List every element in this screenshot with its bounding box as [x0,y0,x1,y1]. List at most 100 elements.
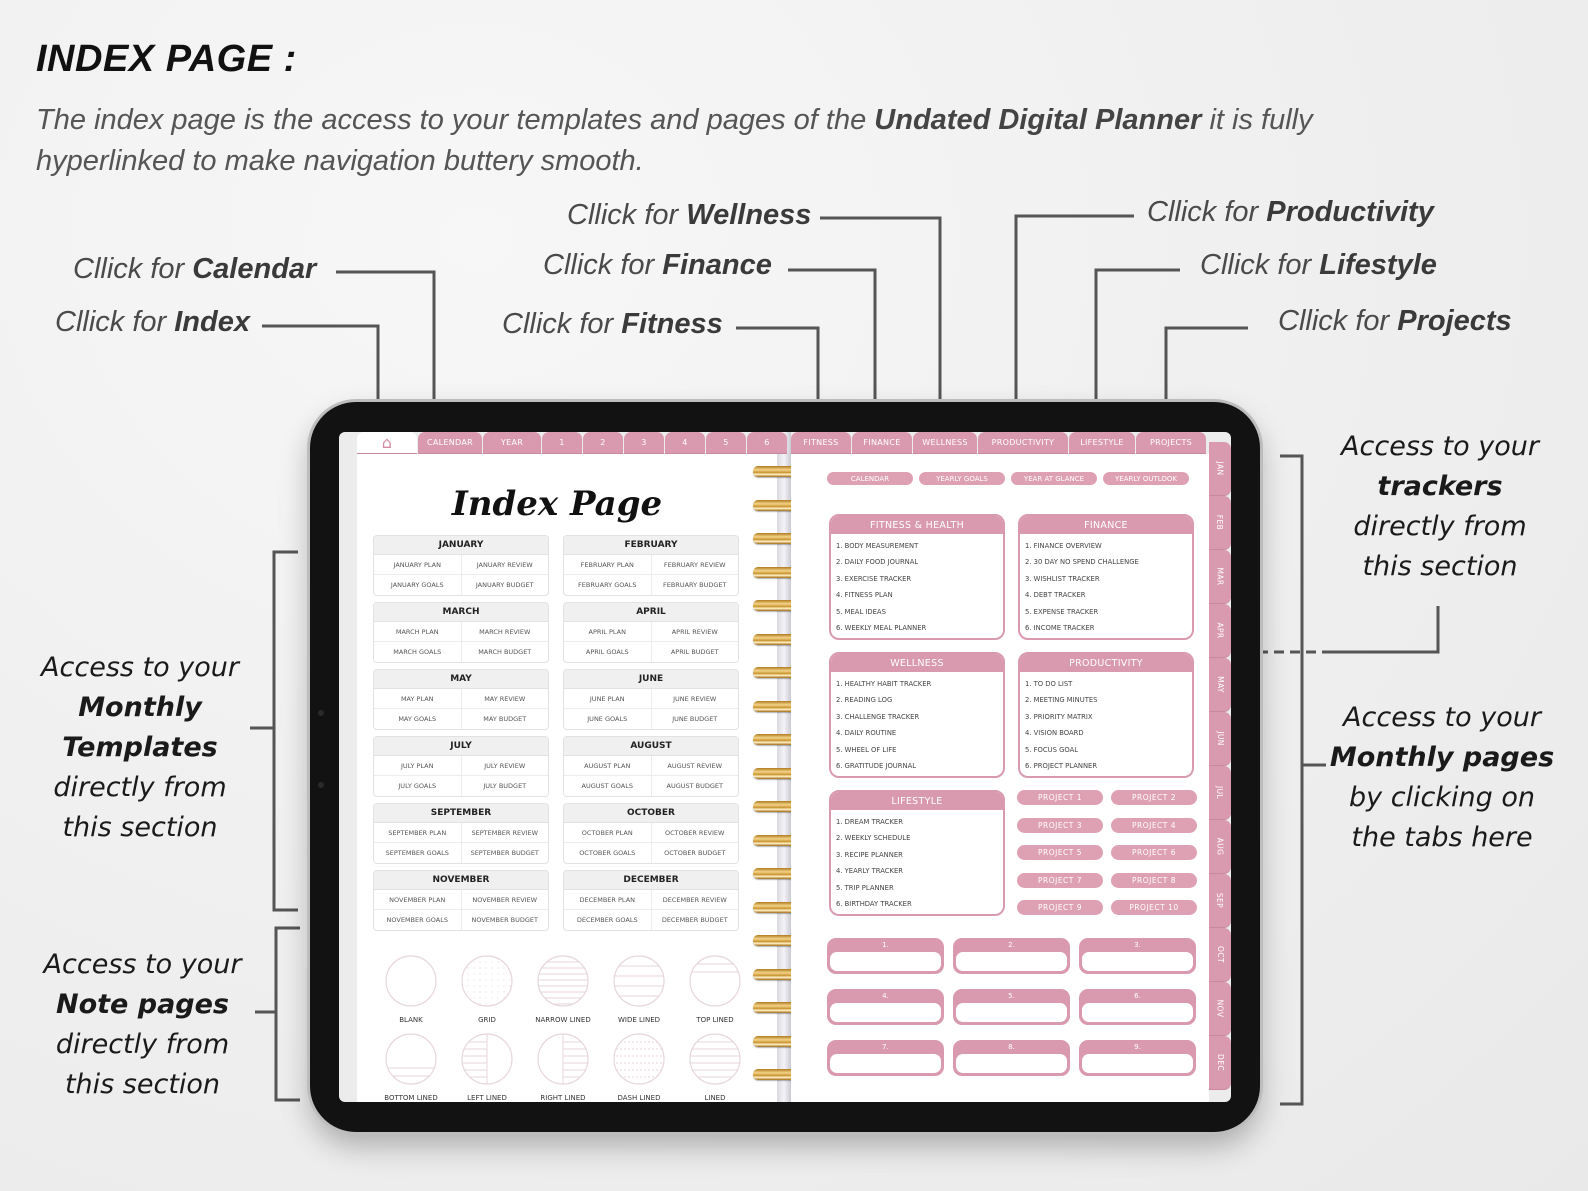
tab-finance[interactable]: FINANCE [852,432,912,454]
month-link[interactable]: MAY BUDGET [462,709,549,729]
note-page-grid[interactable]: GRID [449,954,525,1024]
tracker-item[interactable]: 4. DAILY ROUTINE [836,725,1003,741]
numbered-box-7[interactable]: 7. [827,1040,944,1076]
month-link[interactable]: FEBRUARY PLAN [564,555,652,574]
numbered-box-4[interactable]: 4. [827,989,944,1025]
month-link[interactable]: MARCH BUDGET [462,642,549,662]
numbered-box-field[interactable] [956,1054,1067,1073]
month-link[interactable]: OCTOBER GOALS [564,843,652,863]
project-button-5[interactable]: PROJECT 5 [1017,845,1103,860]
numbered-box-field[interactable] [830,1003,941,1022]
month-link[interactable]: JUNE PLAN [564,689,652,708]
month-link[interactable]: AUGUST PLAN [564,756,652,775]
month-link[interactable]: JUNE BUDGET [652,709,739,729]
month-link[interactable]: JANUARY GOALS [374,575,462,595]
tracker-item[interactable]: 6. PROJECT PLANNER [1025,758,1192,774]
month-title[interactable]: JANUARY [374,536,548,555]
numbered-box-3[interactable]: 3. [1079,938,1196,974]
tab-year[interactable]: YEAR [483,432,541,454]
month-link[interactable]: APRIL BUDGET [652,642,739,662]
side-tab-nov[interactable]: NOV [1209,982,1231,1036]
tracker-item[interactable]: 2. 30 DAY NO SPEND CHALLENGE [1025,554,1192,570]
tab-3[interactable]: 3 [624,432,664,454]
month-link[interactable]: APRIL GOALS [564,642,652,662]
side-tab-jul[interactable]: JUL [1209,766,1231,820]
quick-link-yearly-outlook[interactable]: YEARLY OUTLOOK [1103,472,1189,485]
tab-wellness[interactable]: WELLNESS [913,432,977,454]
month-link[interactable]: FEBRUARY REVIEW [652,555,739,574]
project-button-1[interactable]: PROJECT 1 [1017,790,1103,805]
month-link[interactable]: NOVEMBER BUDGET [462,910,549,930]
numbered-box-field[interactable] [830,952,941,971]
month-link[interactable]: MAY GOALS [374,709,462,729]
tracker-item[interactable]: 3. CHALLENGE TRACKER [836,709,1003,725]
note-page-bottom[interactable]: BOTTOM LINED [373,1032,449,1102]
month-link[interactable]: JANUARY BUDGET [462,575,549,595]
side-tab-dec[interactable]: DEC [1209,1036,1231,1090]
tab-home[interactable]: ⌂ [357,432,417,454]
month-title[interactable]: JULY [374,737,548,756]
note-page-blank[interactable]: BLANK [373,954,449,1024]
side-tab-jan[interactable]: JAN [1209,442,1231,496]
month-link[interactable]: NOVEMBER PLAN [374,890,462,909]
tracker-item[interactable]: 1. BODY MEASUREMENT [836,538,1003,554]
tracker-item[interactable]: 5. TRIP PLANNER [836,880,1003,896]
numbered-box-field[interactable] [956,952,1067,971]
side-tab-aug[interactable]: AUG [1209,820,1231,874]
tracker-item[interactable]: 6. WEEKLY MEAL PLANNER [836,620,1003,636]
tab-1[interactable]: 1 [542,432,582,454]
quick-link-yearly-goals[interactable]: YEARLY GOALS [919,472,1005,485]
month-link[interactable]: APRIL REVIEW [652,622,739,641]
tracker-item[interactable]: 3. RECIPE PLANNER [836,847,1003,863]
numbered-box-field[interactable] [1082,1003,1193,1022]
numbered-box-6[interactable]: 6. [1079,989,1196,1025]
tracker-item[interactable]: 1. DREAM TRACKER [836,814,1003,830]
project-button-9[interactable]: PROJECT 9 [1017,900,1103,915]
tracker-item[interactable]: 1. TO DO LIST [1025,676,1192,692]
month-link[interactable]: DECEMBER BUDGET [652,910,739,930]
side-tab-jun[interactable]: JUN [1209,712,1231,766]
tab-5[interactable]: 5 [706,432,746,454]
month-title[interactable]: NOVEMBER [374,871,548,890]
tracker-item[interactable]: 4. FITNESS PLAN [836,587,1003,603]
note-page-narrow[interactable]: NARROW LINED [525,954,601,1024]
tracker-item[interactable]: 5. MEAL IDEAS [836,604,1003,620]
quick-link-year-at-glance[interactable]: YEAR AT GLANCE [1011,472,1097,485]
month-link[interactable]: JANUARY REVIEW [462,555,549,574]
tab-2[interactable]: 2 [583,432,623,454]
tracker-item[interactable]: 4. DEBT TRACKER [1025,587,1192,603]
numbered-box-1[interactable]: 1. [827,938,944,974]
numbered-box-field[interactable] [830,1054,941,1073]
numbered-box-field[interactable] [956,1003,1067,1022]
month-link[interactable]: DECEMBER PLAN [564,890,652,909]
month-title[interactable]: DECEMBER [564,871,738,890]
month-link[interactable]: OCTOBER PLAN [564,823,652,842]
side-tab-apr[interactable]: APR [1209,604,1231,658]
numbered-box-5[interactable]: 5. [953,989,1070,1025]
month-link[interactable]: MAY PLAN [374,689,462,708]
month-link[interactable]: SEPTEMBER PLAN [374,823,462,842]
project-button-7[interactable]: PROJECT 7 [1017,872,1103,888]
month-link[interactable]: JULY REVIEW [462,756,549,775]
tracker-title[interactable]: LIFESTYLE [831,792,1003,810]
tracker-item[interactable]: 3. PRIORITY MATRIX [1025,709,1192,725]
month-title[interactable]: JUNE [564,670,738,689]
note-page-lined[interactable]: LINED [677,1032,753,1102]
tracker-item[interactable]: 5. EXPENSE TRACKER [1025,604,1192,620]
tracker-title[interactable]: FITNESS & HEALTH [831,516,1003,534]
note-page-right[interactable]: RIGHT LINED [525,1032,601,1102]
project-button-4[interactable]: PROJECT 4 [1111,817,1197,833]
side-tab-oct[interactable]: OCT [1209,928,1231,982]
numbered-box-8[interactable]: 8. [953,1040,1070,1076]
month-link[interactable]: AUGUST REVIEW [652,756,739,775]
month-link[interactable]: JULY PLAN [374,756,462,775]
tracker-item[interactable]: 6. BIRTHDAY TRACKER [836,896,1003,912]
tracker-item[interactable]: 2. WEEKLY SCHEDULE [836,830,1003,846]
tracker-title[interactable]: PRODUCTIVITY [1020,654,1192,672]
project-button-2[interactable]: PROJECT 2 [1111,790,1197,805]
month-title[interactable]: FEBRUARY [564,536,738,555]
month-link[interactable]: AUGUST BUDGET [652,776,739,796]
month-link[interactable]: NOVEMBER REVIEW [462,890,549,909]
tab-fitness[interactable]: FITNESS [791,432,851,454]
month-link[interactable]: MARCH PLAN [374,622,462,641]
